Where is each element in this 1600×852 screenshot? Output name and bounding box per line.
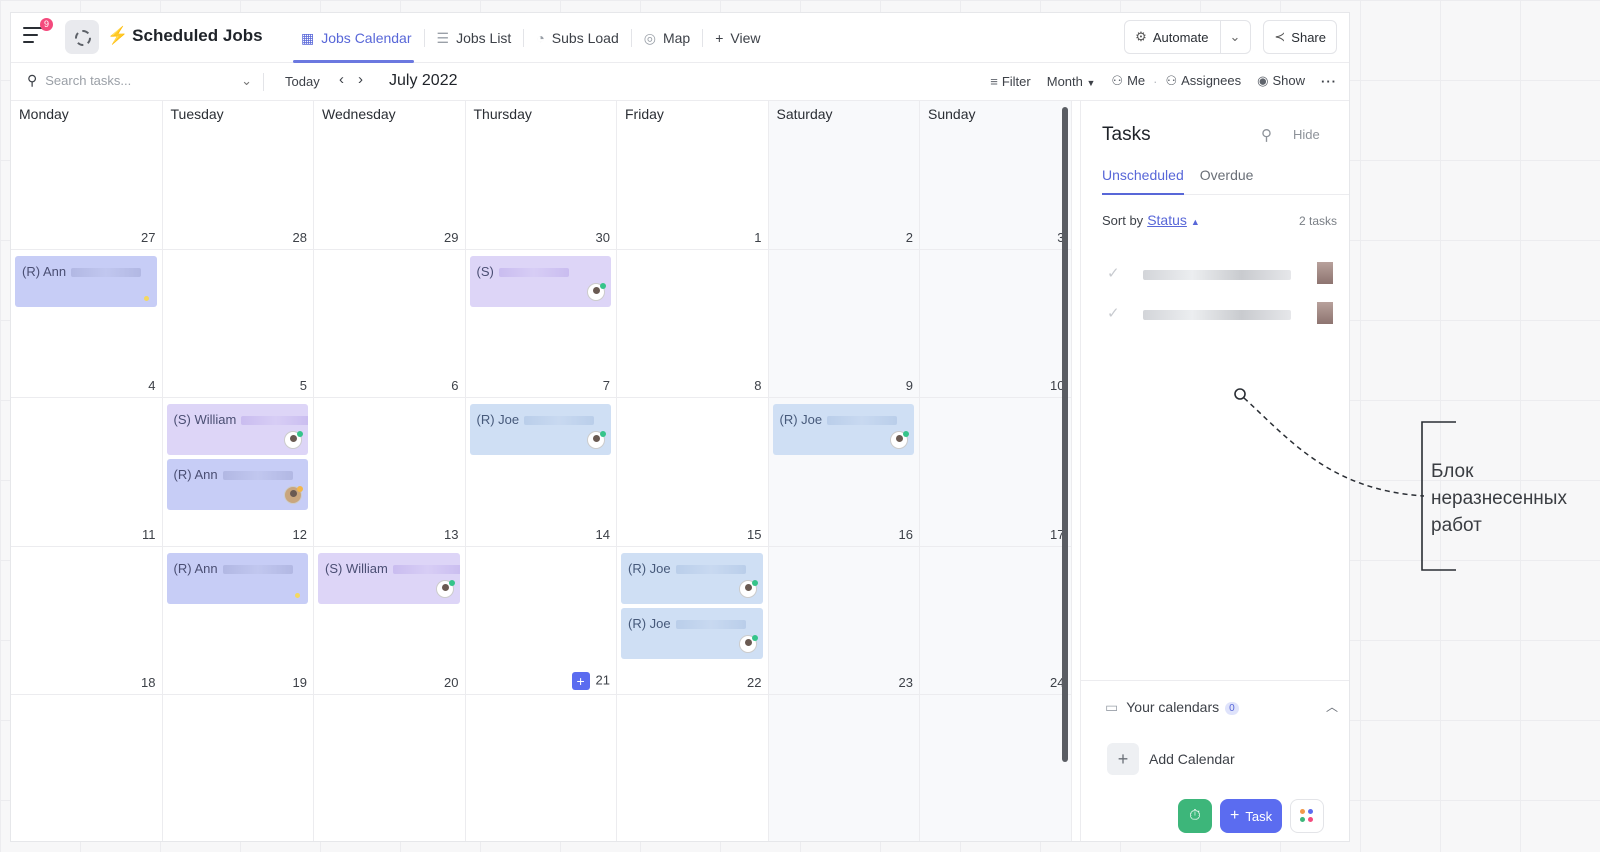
annotation-dashed-line: [1243, 397, 1425, 497]
annotation-text: Блок неразнесенных работ: [1431, 461, 1567, 536]
annotation-anchor: [1234, 388, 1246, 400]
annotation-callout: [1234, 388, 1456, 571]
